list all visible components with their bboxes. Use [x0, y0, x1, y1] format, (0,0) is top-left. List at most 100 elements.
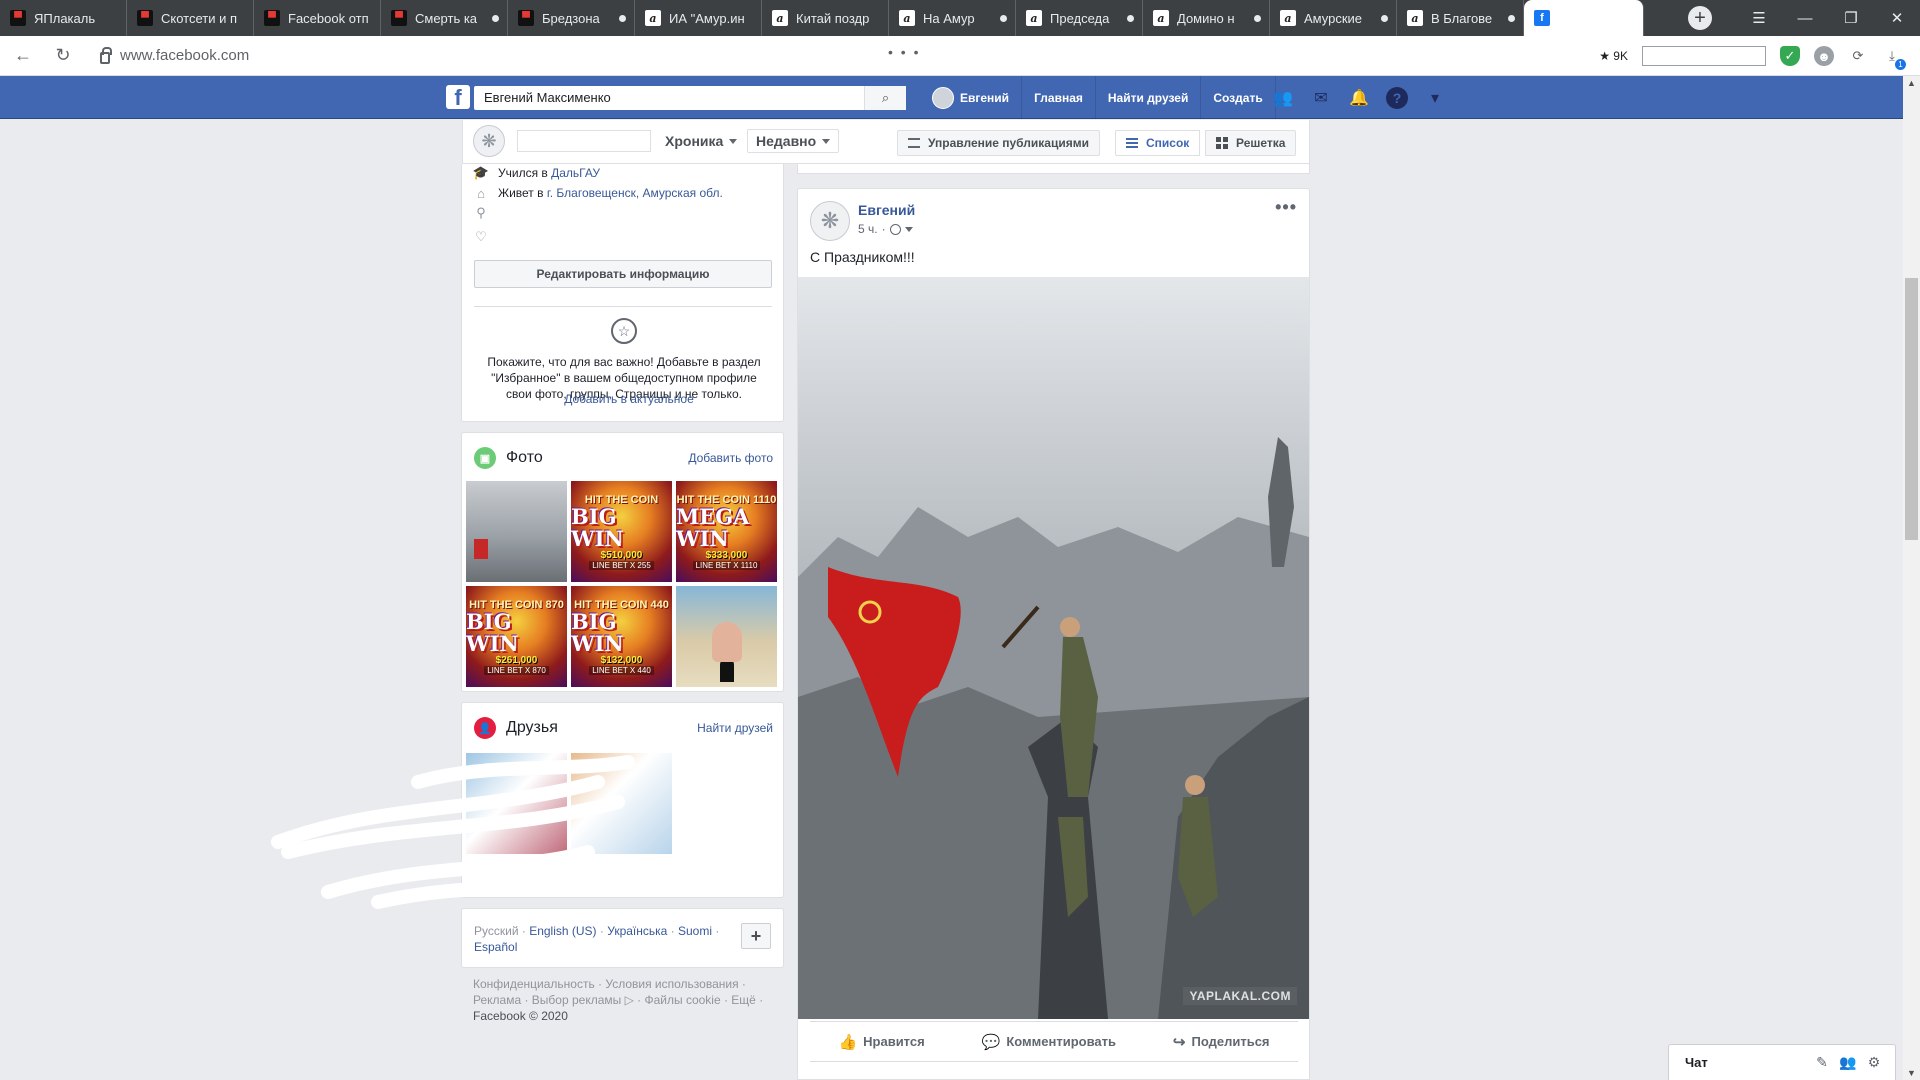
tab-title: Домино н [1177, 10, 1235, 26]
slot-line-text: LINE BET X 1110 [692, 560, 761, 570]
settings-icon[interactable]: ⚙ [1865, 1054, 1883, 1072]
browser-tab[interactable]: a ИА "Амур.ин [635, 0, 762, 36]
photo-thumbnail[interactable]: HIT THE COIN 440 BIG WIN $132,000 LINE BET … [571, 586, 672, 687]
footer-links-2[interactable]: Реклама · Выбор рекламы ▷ · Файлы cookie… [473, 992, 773, 1008]
sync-icon[interactable]: ⟳ [1848, 46, 1868, 66]
search-button[interactable]: ⌕ [864, 86, 906, 110]
browser-tab[interactable]: ▀ ЯПлакаль [0, 0, 127, 36]
friends-header: 👤 Друзья [474, 717, 558, 739]
scroll-down-icon[interactable]: ▼ [1906, 1068, 1917, 1078]
messenger-icon[interactable]: ✉ [1310, 87, 1332, 109]
more-languages-button[interactable]: + [741, 923, 771, 949]
browser-tab[interactable]: a На Амур [889, 0, 1016, 36]
notifications-icon[interactable]: 🔔 [1348, 87, 1370, 109]
info-city-link[interactable]: г. Благовещенск, Амурская обл. [547, 186, 723, 200]
download-icon[interactable]: ⤓ 1 [1882, 46, 1906, 70]
post-time[interactable]: 5 ч. [858, 222, 878, 236]
photo-thumbnail[interactable]: HIT THE COIN 870 BIG WIN $261,000 LINE BET … [466, 586, 567, 687]
photo-thumbnail[interactable]: HIT THE COIN BIG WIN $510,000 LINE BET X 25… [571, 481, 672, 582]
yaplakal-icon: ▀ [137, 10, 153, 26]
info-education-link[interactable]: ДальГАУ [551, 166, 600, 180]
photo-thumbnail[interactable]: HIT THE COIN 1110 MEGA WIN $333,000 LINE BE… [676, 481, 777, 582]
browser-tab[interactable]: ▀ Смерть ка [381, 0, 508, 36]
friend-requests-icon[interactable]: 👥 [1272, 87, 1294, 109]
restore-icon[interactable]: ❐ [1828, 9, 1874, 27]
scrollbar[interactable]: ▲ ▼ [1903, 76, 1920, 1080]
browser-tab[interactable]: a Председа [1016, 0, 1143, 36]
facebook-logo-icon[interactable]: f [446, 85, 470, 109]
close-icon[interactable]: ✕ [1874, 9, 1920, 27]
nav-profile[interactable]: Евгений [920, 76, 1023, 119]
search-input[interactable]: Евгений Максименко [474, 86, 906, 110]
friend-photo[interactable] [466, 753, 567, 854]
back-button[interactable]: ← [6, 39, 40, 73]
photos-title[interactable]: Фото [506, 449, 543, 467]
nav-home[interactable]: Главная [1022, 76, 1096, 119]
like-button[interactable]: 👍 Нравится [838, 1033, 924, 1051]
post-image[interactable]: YAPLAKAL.COM [798, 277, 1309, 1019]
edit-info-button[interactable]: Редактировать информацию [474, 260, 772, 288]
url-field[interactable]: www.facebook.com [100, 46, 250, 64]
like-icon: 👍 [838, 1033, 858, 1051]
browser-tab[interactable]: a Амурские [1270, 0, 1397, 36]
scroll-thumb[interactable] [1905, 278, 1918, 540]
help-icon[interactable]: ? [1386, 86, 1408, 109]
globe-icon[interactable] [889, 223, 901, 235]
url-text: www.facebook.com [120, 47, 250, 64]
tab-timeline[interactable]: Хроника [665, 129, 738, 153]
yaplakal-icon: ▀ [518, 10, 534, 26]
new-tab-button[interactable]: + [1688, 6, 1712, 30]
amur-icon: a [645, 10, 661, 26]
browser-tab[interactable]: a Домино н [1143, 0, 1270, 36]
comment-button[interactable]: 💬 Комментировать [982, 1033, 1116, 1051]
group-chat-icon[interactable]: 👥 [1839, 1054, 1857, 1072]
photo-thumbnail[interactable] [676, 586, 777, 687]
browser-tab[interactable]: ▀ Facebook отп [254, 0, 381, 36]
ext-input[interactable] [1642, 46, 1766, 66]
post-author[interactable]: Евгений [858, 202, 915, 218]
page-actions-dots-icon[interactable]: • • • [888, 44, 920, 60]
share-button[interactable]: ↪ Поделиться [1173, 1033, 1270, 1051]
browser-tab[interactable]: ▀ Скотсети и п [127, 0, 254, 36]
avatar[interactable]: ❋ [473, 125, 505, 157]
recent-dropdown[interactable]: Недавно [747, 129, 840, 153]
browser-tab[interactable]: a Китай поздр [762, 0, 889, 36]
post-options-icon[interactable]: ••• [1275, 197, 1297, 218]
language-link[interactable]: English (US) [529, 924, 596, 938]
friends-title[interactable]: Друзья [506, 719, 558, 737]
extension-face-icon[interactable]: ☻ [1814, 46, 1834, 66]
friend-photo[interactable] [571, 753, 672, 854]
language-link[interactable]: Suomi [678, 924, 712, 938]
minimize-icon[interactable]: — [1782, 10, 1828, 27]
reload-button[interactable]: ↻ [46, 39, 80, 73]
add-featured-link[interactable]: Добавить в актуальное [482, 392, 776, 406]
browser-tab[interactable]: ▀ Бредзона [508, 0, 635, 36]
chat-bar[interactable]: Чат ✎ 👥 ⚙ [1668, 1044, 1896, 1080]
footer-links-1[interactable]: Конфиденциальность · Условия использован… [473, 976, 773, 992]
comment-input-row[interactable] [810, 1061, 1298, 1080]
copyright: Facebook © 2020 [473, 1009, 568, 1023]
nav-create[interactable]: Создать [1201, 76, 1276, 119]
language-link[interactable]: Español [474, 940, 517, 954]
avatar[interactable]: ❋ [810, 201, 850, 241]
photo-thumbnail[interactable] [466, 481, 567, 582]
add-photo-link[interactable]: Добавить фото [688, 451, 773, 465]
language-link[interactable]: Українська [607, 924, 667, 938]
list-view-button[interactable]: Список [1115, 130, 1201, 156]
nav-find-friends[interactable]: Найти друзей [1096, 76, 1202, 119]
grid-view-label: Решетка [1236, 136, 1286, 150]
chevron-down-icon[interactable] [904, 226, 913, 232]
account-menu-icon[interactable]: ▾ [1424, 87, 1446, 109]
amur-icon: a [899, 10, 915, 26]
ext-counter[interactable]: ★ 9K [1599, 49, 1628, 63]
browser-tab[interactable]: a В Благове [1397, 0, 1524, 36]
shield-icon[interactable]: ✓ [1780, 46, 1800, 66]
find-friends-link[interactable]: Найти друзей [697, 721, 773, 735]
browser-tab[interactable]: f [1524, 0, 1644, 36]
browser-menu-icon[interactable]: ☰ [1736, 9, 1782, 27]
grid-view-button[interactable]: Решетка [1205, 130, 1297, 156]
manage-posts-button[interactable]: Управление публикациями [897, 130, 1100, 156]
post-actions: 👍 Нравится 💬 Комментировать ↪ Поделиться [810, 1021, 1298, 1061]
scroll-up-icon[interactable]: ▲ [1906, 78, 1917, 88]
new-message-icon[interactable]: ✎ [1813, 1054, 1831, 1072]
